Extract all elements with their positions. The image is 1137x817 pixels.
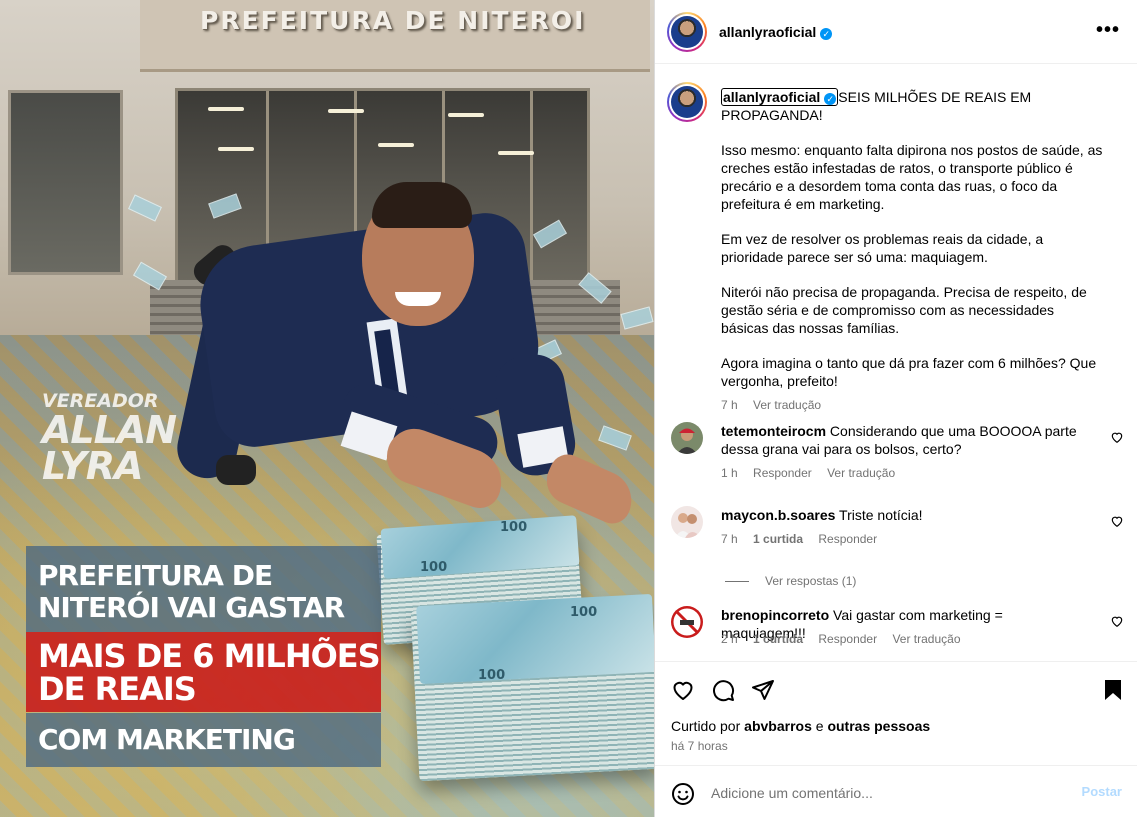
emoji-icon[interactable] bbox=[671, 782, 695, 806]
comment-username[interactable]: brenopincorreto bbox=[721, 607, 829, 623]
commenter-avatar[interactable] bbox=[671, 606, 703, 638]
translate-link[interactable]: Ver tradução bbox=[827, 466, 895, 480]
banner-line-3: COM MARKETING bbox=[26, 713, 381, 767]
post-panel: allanlyraoficial ✓ ••• allanlyraoficial ✓ S… bbox=[654, 0, 1137, 817]
note-value-label: 100 bbox=[570, 605, 598, 620]
caption-paragraph: Niterói não precisa de propaganda. Preci… bbox=[721, 284, 1087, 336]
caption-time: 7 h bbox=[721, 398, 738, 412]
caption-paragraph: Agora imagina o tanto que dá pra fazer c… bbox=[721, 355, 1097, 389]
note-value-label: 100 bbox=[420, 560, 448, 575]
post-actions: Curtido por abvbarros e outras pessoas h… bbox=[655, 661, 1137, 765]
comment-meta: 2 h 1 curtida Responder Ver tradução bbox=[721, 632, 961, 646]
commenter-avatar[interactable] bbox=[671, 506, 703, 538]
caption-paragraph: Isso mesmo: enquanto falta dipirona nos … bbox=[721, 142, 1103, 212]
commenter-avatar[interactable] bbox=[671, 422, 703, 454]
share-icon[interactable] bbox=[751, 678, 775, 702]
comment-username[interactable]: tetemonteirocm bbox=[721, 423, 826, 439]
bookmark-icon[interactable] bbox=[1101, 678, 1125, 702]
view-replies[interactable]: Ver respostas (1) bbox=[725, 574, 856, 588]
verified-icon: ✓ bbox=[824, 93, 837, 105]
replies-line bbox=[725, 581, 749, 583]
comment-text: maycon.b.soares Triste notícia! bbox=[721, 507, 923, 523]
verified-icon: ✓ bbox=[820, 28, 833, 40]
caption-avatar[interactable] bbox=[667, 82, 707, 122]
comment-username[interactable]: maycon.b.soares bbox=[721, 507, 835, 523]
reply-link[interactable]: Responder bbox=[753, 466, 812, 480]
note-value-label: 100 bbox=[478, 668, 506, 683]
reply-link[interactable]: Responder bbox=[818, 532, 877, 546]
building-window bbox=[8, 90, 123, 275]
facade-text: PREFEITURA DE NITEROI bbox=[200, 6, 586, 35]
caption-username[interactable]: allanlyraoficial ✓ bbox=[721, 88, 839, 106]
brand-logo: VEREADOR ALLAN LYRA bbox=[42, 390, 177, 488]
comments-scroll[interactable]: allanlyraoficial ✓ SEIS MILHÕES DE REAIS E… bbox=[655, 64, 1137, 661]
comment-like-icon[interactable] bbox=[1110, 430, 1124, 444]
comment-meta: 7 h 1 curtida Responder bbox=[721, 532, 878, 546]
more-options-icon[interactable]: ••• bbox=[1096, 20, 1120, 40]
post-time[interactable]: há 7 horas bbox=[671, 739, 728, 753]
comment-input[interactable] bbox=[711, 782, 1071, 804]
note-value-label: 100 bbox=[500, 520, 528, 535]
brand-name-line1: ALLAN bbox=[42, 408, 177, 452]
author-username[interactable]: allanlyraoficial ✓ bbox=[719, 24, 833, 40]
translate-link[interactable]: Ver tradução bbox=[892, 632, 960, 646]
post-button[interactable]: Postar bbox=[1082, 784, 1122, 799]
comment-meta: 1 h Responder Ver tradução bbox=[721, 466, 896, 480]
comment-likes[interactable]: 1 curtida bbox=[753, 532, 803, 546]
caption-meta: 7 h Ver tradução bbox=[721, 396, 1105, 414]
post-caption: allanlyraoficial ✓ SEIS MILHÕES DE REAIS E… bbox=[721, 88, 1105, 414]
translate-link[interactable]: Ver tradução bbox=[753, 398, 821, 412]
author-avatar[interactable] bbox=[667, 12, 707, 52]
comment-like-icon[interactable] bbox=[1110, 614, 1124, 628]
liked-by-others[interactable]: outras pessoas bbox=[827, 718, 930, 734]
banner-line-2: MAIS DE 6 MILHÕES DE REAIS bbox=[26, 632, 381, 712]
comment-text: tetemonteirocm Considerando que uma BOOO… bbox=[721, 423, 1077, 457]
caption-paragraph: Em vez de resolver os problemas reais da… bbox=[721, 231, 1044, 265]
comment-icon[interactable] bbox=[711, 678, 735, 702]
add-comment-bar: Postar bbox=[655, 765, 1137, 817]
likes-summary: Curtido por abvbarros e outras pessoas bbox=[671, 718, 931, 734]
post-image[interactable]: PREFEITURA DE NITEROI 100 100 100 100 VE… bbox=[0, 0, 654, 817]
liked-by-user[interactable]: abvbarros bbox=[744, 718, 812, 734]
reply-link[interactable]: Responder bbox=[818, 632, 877, 646]
post-header: allanlyraoficial ✓ ••• bbox=[655, 0, 1137, 64]
brand-name-line2: LYRA bbox=[42, 444, 143, 488]
comment-likes[interactable]: 1 curtida bbox=[753, 632, 803, 646]
banner-line-1: PREFEITURA DE NITERÓI VAI GASTAR bbox=[26, 546, 381, 632]
comment-like-icon[interactable] bbox=[1110, 514, 1124, 528]
heart-icon[interactable] bbox=[671, 678, 695, 702]
